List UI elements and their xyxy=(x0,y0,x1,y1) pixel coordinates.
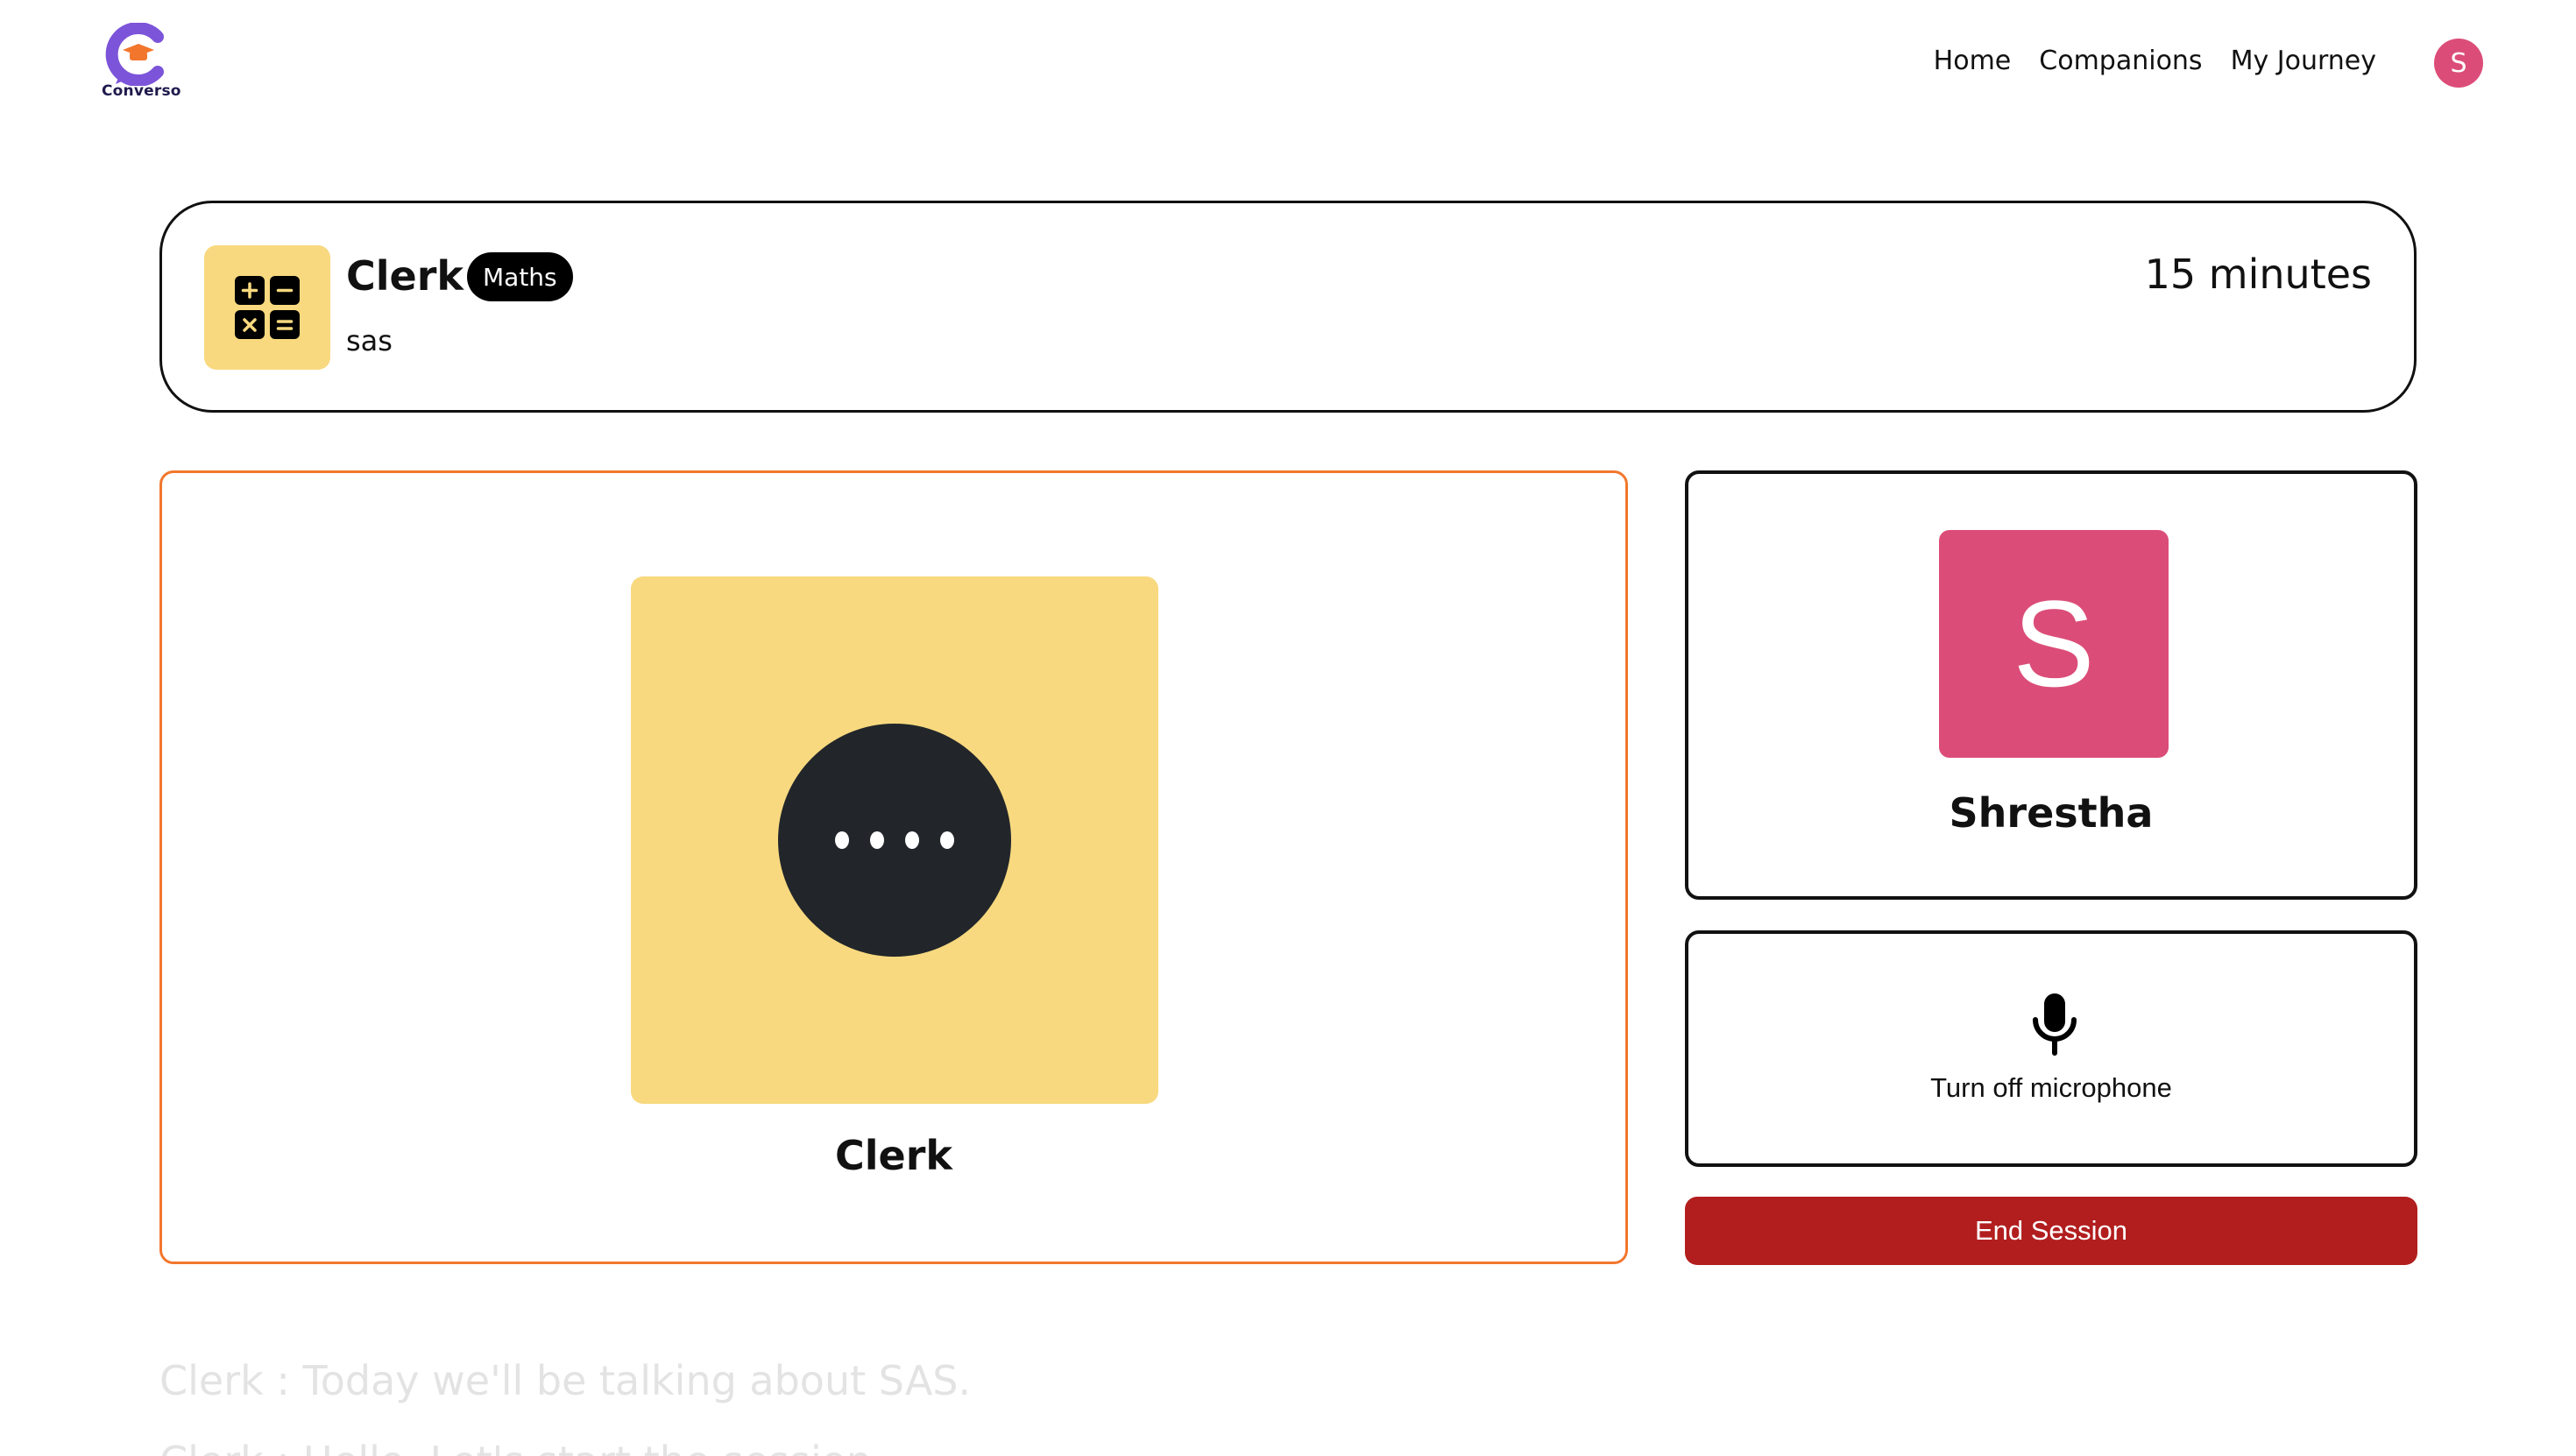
companion-name: Clerk xyxy=(834,1132,952,1179)
microphone-label: Turn off microphone xyxy=(1930,1072,2172,1103)
transcript-message: Clerk : Today we'll be talking about SAS… xyxy=(159,1357,972,1404)
speaking-dot xyxy=(905,831,919,849)
subject-badge: Maths xyxy=(467,252,573,301)
nav-my-journey-link[interactable]: My Journey xyxy=(2231,46,2376,76)
speaking-dot xyxy=(940,831,954,849)
user-avatar-button[interactable]: S xyxy=(2434,39,2483,88)
subject-icon-box xyxy=(204,245,330,370)
session-duration: 15 minutes xyxy=(2144,251,2372,298)
brand-name: Converso xyxy=(102,82,181,100)
navbar: Converso Home Companions My Journey S xyxy=(0,0,2576,131)
user-name: Shrestha xyxy=(1949,789,2154,837)
nav-companions-link[interactable]: Companions xyxy=(2039,46,2202,76)
speaking-dot xyxy=(835,831,849,849)
transcript-message: Clerk : Hello. Let's start the session. xyxy=(159,1421,1649,1456)
end-session-button[interactable]: End Session xyxy=(1685,1197,2417,1265)
companion-title: Clerk xyxy=(346,252,464,300)
user-panel: S Shrestha xyxy=(1685,470,2417,900)
user-avatar: S xyxy=(1939,530,2169,758)
transcript: Clerk : Today we'll be talking about SAS… xyxy=(159,1340,1649,1456)
companion-avatar xyxy=(631,576,1158,1104)
speaking-dot xyxy=(870,831,884,849)
nav-home-link[interactable]: Home xyxy=(1934,46,2012,76)
companion-topic: sas xyxy=(346,324,393,357)
microphone-icon xyxy=(2033,993,2077,1056)
companion-header-card: Clerk Maths sas 15 minutes xyxy=(159,201,2417,413)
calculator-icon xyxy=(235,276,300,339)
speaking-indicator-icon xyxy=(778,724,1011,957)
companion-session-panel: Clerk xyxy=(159,470,1628,1264)
toggle-microphone-button[interactable]: Turn off microphone xyxy=(1685,930,2417,1167)
main-nav: Home Companions My Journey xyxy=(1934,46,2376,76)
